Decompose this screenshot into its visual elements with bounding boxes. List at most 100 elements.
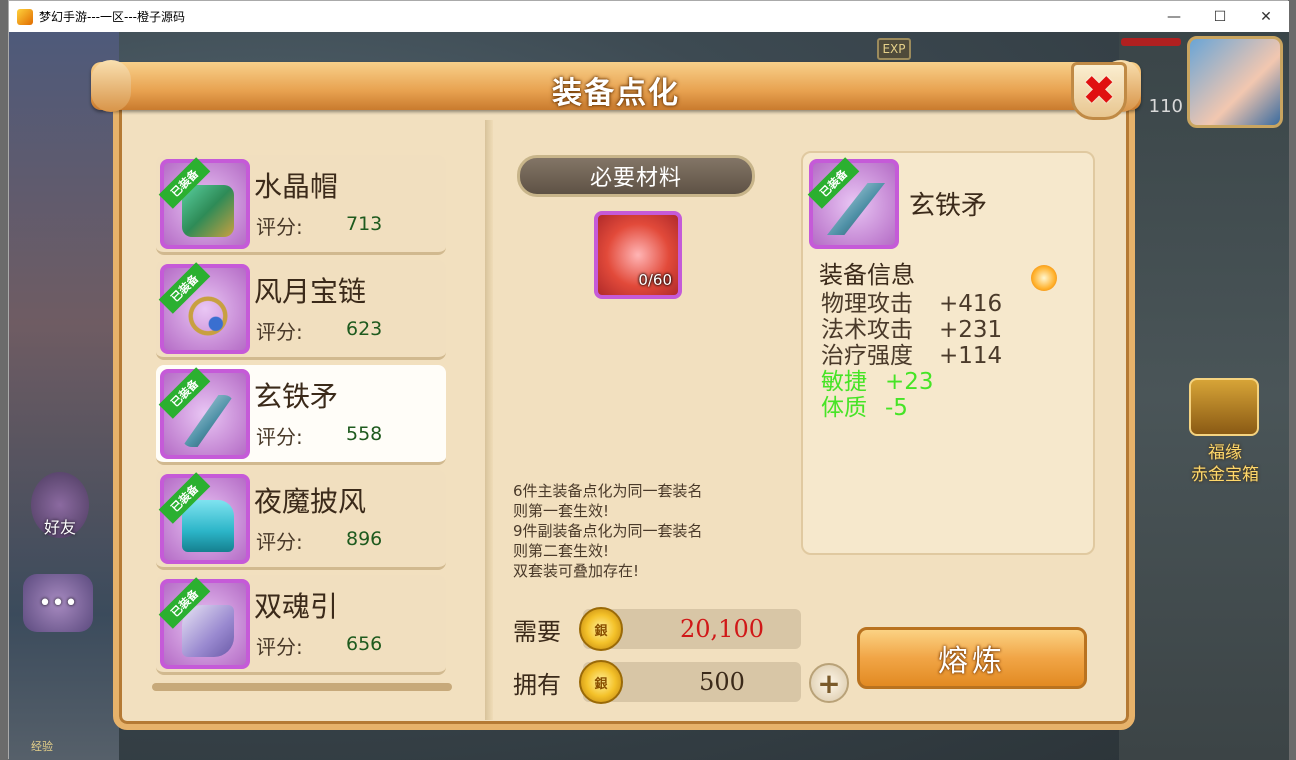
smelt-button[interactable]: 熔炼 [857, 627, 1087, 689]
helmet-icon: 已装备 [158, 157, 250, 249]
stat-value: +231 [939, 317, 1003, 343]
game-viewport: EXP 110 好友 ••• 经验 福缘 赤金宝箱 装备点化 ✖ 已装备 水晶帽… [9, 32, 1289, 760]
player-level: 110 [1148, 96, 1183, 117]
coin-icon: 銀 [579, 607, 623, 651]
close-panel-button[interactable]: ✖ [1071, 62, 1127, 120]
maximize-button[interactable]: ☐ [1197, 1, 1243, 32]
note-line: 双套装可叠加存在! [513, 562, 640, 580]
necklace-art [182, 290, 234, 342]
background-left [9, 32, 119, 760]
score-value: 558 [346, 423, 383, 445]
stat-row: 体质 -5 [821, 395, 1081, 421]
add-currency-button[interactable]: + [809, 663, 849, 703]
equipment-list[interactable]: 已装备 水晶帽 评分: 713 已装备 风月宝链 评分: 623 已装备 玄铁矛… [152, 151, 452, 687]
stat-key: 治疗强度 [821, 343, 913, 369]
score-label: 评分: [256, 530, 303, 554]
stat-key: 法术攻击 [821, 317, 913, 343]
item-name: 玄铁矛 [254, 380, 339, 413]
stat-key: 敏捷 [821, 369, 867, 395]
equipment-item-4[interactable]: 已装备 夜魔披风 评分: 896 [156, 470, 446, 570]
note-line: 则第二套生效! [513, 542, 610, 560]
item-name: 风月宝链 [254, 275, 367, 308]
chat-dots-icon: ••• [38, 590, 78, 616]
note-line: 6件主装备点化为同一套装名 [513, 482, 703, 500]
item-name: 夜魔披风 [254, 485, 367, 518]
minimize-button[interactable]: — [1151, 1, 1197, 32]
spear-icon: 已装备 [807, 157, 899, 249]
chest-label-2: 赤金宝箱 [1191, 465, 1259, 485]
chest-icon[interactable] [1189, 378, 1259, 436]
cloak-icon: 已装备 [158, 472, 250, 564]
equipment-item-1[interactable]: 已装备 水晶帽 评分: 713 [156, 155, 446, 255]
bracer-icon: 已装备 [158, 577, 250, 669]
panel-title: 装备点化 [552, 76, 680, 111]
stat-value: -5 [885, 395, 908, 421]
have-label: 拥有 [513, 670, 561, 699]
app-icon [17, 8, 33, 25]
window-title: 梦幻手游---一区---橙子源码 [39, 10, 185, 24]
score-label: 评分: [256, 635, 303, 659]
note-line: 9件副装备点化为同一套装名 [513, 522, 703, 540]
score-label: 评分: [256, 425, 303, 449]
stat-value: +23 [885, 369, 934, 395]
sparkle-icon [1031, 265, 1057, 291]
score-label: 评分: [256, 320, 303, 344]
bracer-art [182, 605, 234, 657]
score-value: 896 [346, 528, 383, 550]
have-box: 銀 500 [579, 660, 801, 704]
item-name: 水晶帽 [254, 170, 339, 203]
material-slot[interactable]: 0/60 [594, 211, 682, 299]
cloak-art [182, 500, 234, 552]
stat-key: 体质 [821, 395, 867, 421]
equipped-tag: 已装备 [807, 157, 860, 209]
equipment-info-card: 已装备 玄铁矛 装备信息 物理攻击 +416 法术攻击 +231 治疗强度 +114 … [801, 151, 1095, 555]
stat-row: 敏捷 +23 [821, 369, 1081, 395]
stat-row: 治疗强度 +114 [821, 343, 1081, 369]
equipment-item-3-selected[interactable]: 已装备 玄铁矛 评分: 558 [156, 365, 446, 465]
equipment-item-2[interactable]: 已装备 风月宝链 评分: 623 [156, 260, 446, 360]
set-notes: 6件主装备点化为同一套装名 则第一套生效! 9件副装备点化为同一套装名 则第二套… [513, 481, 773, 581]
stat-key: 物理攻击 [821, 291, 913, 317]
column-divider [485, 120, 493, 720]
hp-bar [1121, 38, 1181, 46]
necklace-icon: 已装备 [158, 262, 250, 354]
material-count: 0/60 [638, 271, 672, 289]
stat-value: +114 [939, 343, 1003, 369]
need-label: 需要 [513, 617, 561, 646]
spear-icon: 已装备 [158, 367, 250, 459]
required-materials-header: 必要材料 [517, 155, 755, 197]
list-scrollbar[interactable] [152, 683, 452, 691]
need-box: 銀 20,100 [579, 607, 801, 651]
cost-have-row: 拥有 銀 500 [513, 660, 801, 704]
plus-icon: + [817, 666, 841, 700]
player-avatar[interactable] [1187, 36, 1283, 128]
item-name: 双魂引 [254, 590, 339, 623]
score-value: 656 [346, 633, 383, 655]
cost-need-row: 需要 銀 20,100 [513, 607, 801, 651]
have-value: 500 [699, 668, 745, 696]
friends-label: 好友 [43, 518, 76, 537]
score-value: 623 [346, 318, 383, 340]
chat-button[interactable]: ••• [23, 574, 93, 632]
equipped-tag: 已装备 [158, 367, 211, 419]
spear-art [182, 395, 234, 447]
crystal-hat-art [182, 185, 234, 237]
title-bar: 梦幻手游---一区---橙子源码 — ☐ ✕ [9, 1, 1289, 32]
stat-value: +416 [939, 291, 1003, 317]
score-label: 评分: [256, 215, 303, 239]
close-window-button[interactable]: ✕ [1243, 1, 1289, 32]
stats-list: 物理攻击 +416 法术攻击 +231 治疗强度 +114 敏捷 +23 体质 -5 [821, 291, 1081, 421]
close-icon: ✖ [1082, 68, 1116, 114]
equipment-item-5[interactable]: 已装备 双魂引 评分: 656 [156, 575, 446, 675]
exp-label: 经验 [31, 740, 53, 753]
friends-button[interactable]: 好友 [31, 472, 89, 538]
need-value: 20,100 [680, 615, 764, 643]
stat-row: 法术攻击 +231 [821, 317, 1081, 343]
panel-banner: 装备点化 [91, 60, 1141, 112]
info-header: 装备信息 [819, 261, 915, 289]
app-window: 梦幻手游---一区---橙子源码 — ☐ ✕ EXP 110 好友 ••• 经验… [8, 0, 1289, 760]
note-line: 则第一套生效! [513, 502, 610, 520]
info-item-name: 玄铁矛 [909, 191, 988, 221]
stat-row: 物理攻击 +416 [821, 291, 1081, 317]
coin-icon: 銀 [579, 660, 623, 704]
